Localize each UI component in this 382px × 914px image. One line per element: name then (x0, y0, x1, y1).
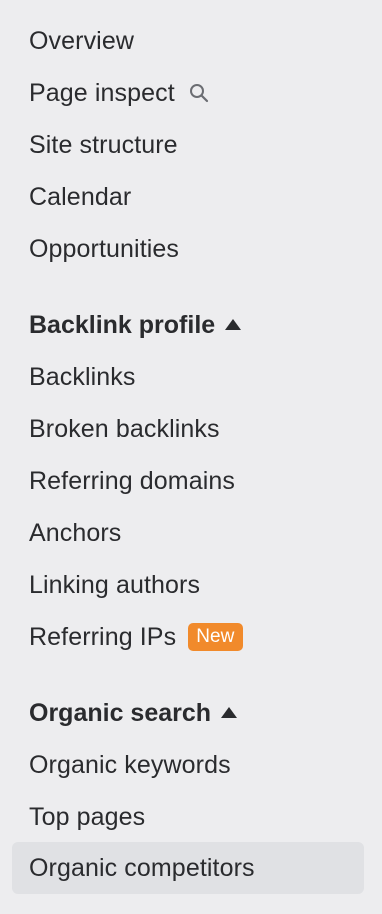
nav-item-referring-domains[interactable]: Referring domains (12, 455, 364, 507)
nav-item-label: Backlinks (29, 362, 136, 391)
nav-item-label: Referring IPs (29, 622, 177, 651)
nav-item-label: Page inspect (29, 78, 175, 107)
nav-item-backlinks[interactable]: Backlinks (12, 351, 364, 403)
caret-up-icon (221, 706, 238, 718)
nav-item-label: Calendar (29, 182, 132, 211)
nav-item-label: Broken backlinks (29, 414, 220, 443)
nav-item-page-inspect[interactable]: Page inspect (12, 67, 364, 119)
nav-item-label: Linking authors (29, 570, 201, 599)
nav-item-referring-ips[interactable]: Referring IPs New (12, 611, 364, 663)
nav-item-calendar[interactable]: Calendar (12, 171, 364, 223)
nav-item-label: Site structure (29, 130, 178, 159)
nav-item-site-structure[interactable]: Site structure (12, 119, 364, 171)
nav-item-organic-competitors[interactable]: Organic competitors (12, 842, 364, 894)
nav-item-label: Organic keywords (29, 750, 231, 779)
section-heading-label: Organic search (29, 698, 212, 727)
nav-item-broken-backlinks[interactable]: Broken backlinks (12, 403, 364, 455)
nav-item-label: Opportunities (29, 234, 179, 263)
nav-item-anchors[interactable]: Anchors (12, 507, 364, 559)
nav-item-organic-keywords[interactable]: Organic keywords (12, 739, 364, 791)
nav-item-overview[interactable]: Overview (12, 15, 364, 67)
nav-item-label: Referring domains (29, 466, 235, 495)
search-icon (188, 82, 210, 104)
nav-item-opportunities[interactable]: Opportunities (12, 223, 364, 275)
caret-up-icon (225, 318, 242, 330)
nav-item-linking-authors[interactable]: Linking authors (12, 559, 364, 611)
nav-item-label: Anchors (29, 518, 122, 547)
nav-item-top-pages[interactable]: Top pages (12, 791, 364, 843)
new-badge: New (188, 623, 243, 651)
nav-item-label: Organic competitors (29, 853, 255, 882)
nav-item-label: Top pages (29, 802, 146, 831)
section-heading-organic-search[interactable]: Organic search (12, 687, 238, 739)
section-heading-backlink-profile[interactable]: Backlink profile (12, 299, 242, 351)
section-heading-label: Backlink profile (29, 310, 216, 339)
nav-item-label: Overview (29, 26, 134, 55)
